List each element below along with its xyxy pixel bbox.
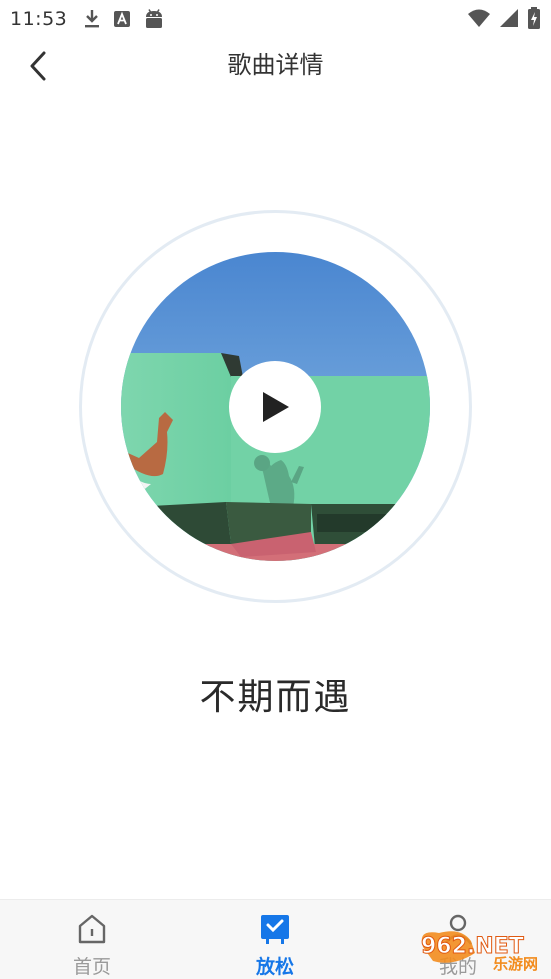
watermark-logo-art: 962.NET 乐游网 xyxy=(421,931,538,973)
play-icon xyxy=(263,392,289,422)
nav-item-relax[interactable]: 放松 xyxy=(235,900,315,979)
nav-label-relax: 放松 xyxy=(255,956,294,978)
nav-label-home: 首页 xyxy=(72,956,111,978)
status-notification-icons xyxy=(83,9,165,29)
status-bar: 11:53 xyxy=(0,0,551,38)
page-title: 歌曲详情 xyxy=(227,51,324,79)
song-title: 不期而遇 xyxy=(199,677,352,718)
header: 歌曲详情 xyxy=(0,38,551,94)
status-system-icons xyxy=(467,7,541,29)
battery-charging-icon xyxy=(528,7,540,29)
watermark-site-name: 乐游网 xyxy=(493,955,538,973)
play-button[interactable] xyxy=(229,361,321,453)
nav-item-home[interactable]: 首页 xyxy=(52,900,132,979)
watermark-logo: 962.NET 乐游网 xyxy=(415,923,545,973)
android-icon xyxy=(146,9,163,28)
home-icon xyxy=(78,914,106,944)
relax-calendar-icon xyxy=(261,915,289,944)
signal-icon xyxy=(500,9,518,27)
wifi-icon xyxy=(468,9,490,27)
download-icon xyxy=(85,10,100,28)
a-badge-icon xyxy=(114,11,131,27)
status-time: 11:53 xyxy=(10,8,68,30)
